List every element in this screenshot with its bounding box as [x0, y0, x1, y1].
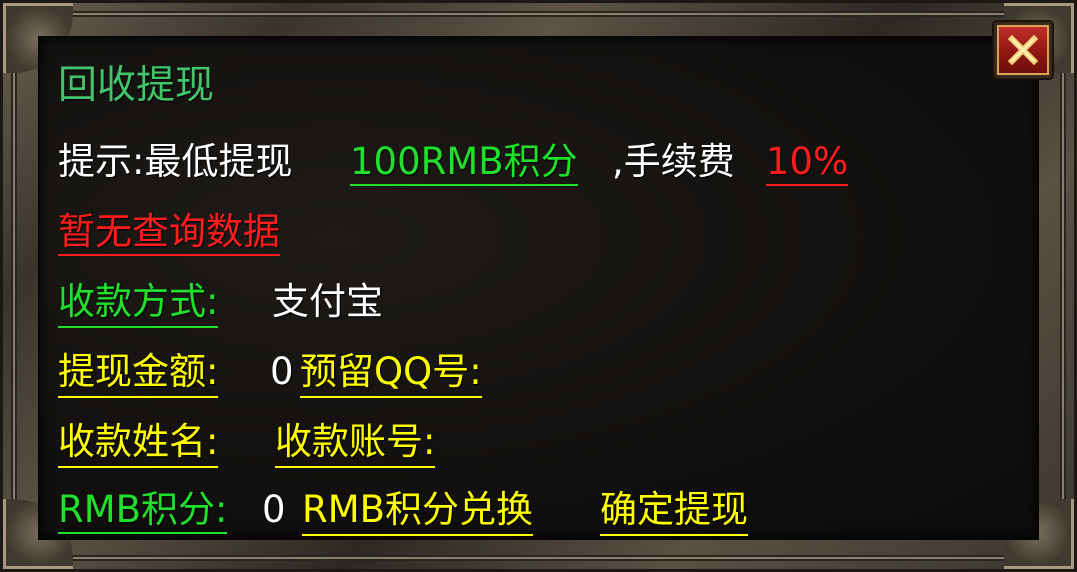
rmb-exchange-button[interactable]: RMB积分兑换 [302, 488, 534, 536]
dialog-title: 回收提现 [58, 63, 215, 108]
confirm-withdraw-button[interactable]: 确定提现 [600, 488, 748, 536]
rmb-points-label: RMB积分: [58, 488, 228, 534]
fee-label: ,手续费 [612, 140, 735, 183]
withdraw-amount-value[interactable]: 0 [270, 350, 294, 394]
no-data-message: 暂无查询数据 [58, 210, 280, 256]
rmb-points-value: 0 [262, 488, 286, 531]
payment-method-value: 支付宝 [272, 280, 383, 323]
withdraw-amount-label[interactable]: 提现金额: [58, 350, 219, 398]
min-amount-value: 100RMB积分 [350, 140, 578, 186]
tip-prefix: 提示:最低提现 [58, 140, 293, 183]
payment-method-label[interactable]: 收款方式: [58, 280, 219, 328]
close-x-icon [1008, 35, 1038, 65]
fee-value: 10% [766, 140, 849, 186]
close-button[interactable] [994, 22, 1052, 78]
payee-account-label[interactable]: 收款账号: [275, 420, 436, 468]
payee-name-label[interactable]: 收款姓名: [58, 420, 219, 468]
reserved-qq-label[interactable]: 预留QQ号: [300, 350, 482, 398]
